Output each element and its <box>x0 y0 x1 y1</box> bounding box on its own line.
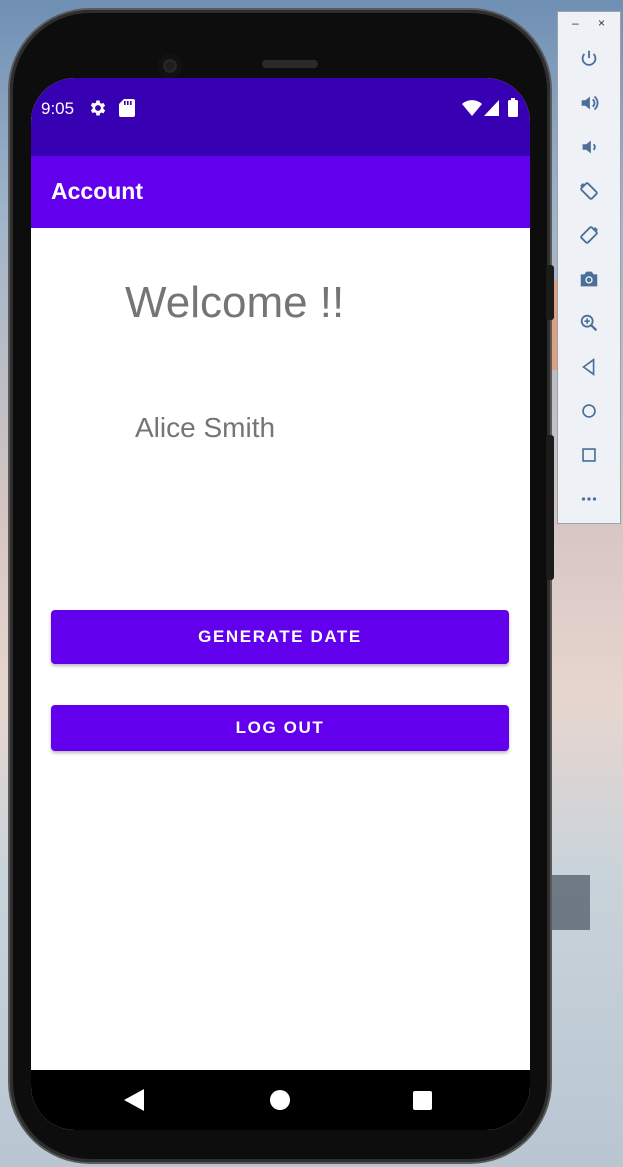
front-camera <box>158 54 182 78</box>
zoom-icon[interactable] <box>578 312 600 334</box>
minimize-button[interactable]: – <box>572 16 579 30</box>
battery-icon <box>508 98 518 117</box>
close-button[interactable]: × <box>598 16 605 30</box>
wifi-icon <box>462 100 482 116</box>
volume-down-icon[interactable] <box>578 136 600 158</box>
nav-home-icon[interactable] <box>270 1090 290 1110</box>
app-bar: Account <box>31 156 530 228</box>
side-button <box>546 435 554 580</box>
background-shape <box>545 875 590 930</box>
user-name-text: Alice Smith <box>135 412 276 443</box>
side-button <box>546 265 554 320</box>
log-out-button[interactable]: LOG OUT <box>51 705 509 751</box>
welcome-heading: Welcome !! <box>125 278 345 327</box>
generate-date-button[interactable]: GENERATE DATE <box>51 610 509 664</box>
sd-card-icon <box>119 99 135 117</box>
volume-up-icon[interactable] <box>578 92 600 114</box>
nav-recents-icon[interactable] <box>413 1091 432 1110</box>
power-icon[interactable] <box>578 48 600 70</box>
cellular-signal-icon <box>484 100 499 116</box>
gear-icon <box>90 100 106 116</box>
status-time: 9:05 <box>41 99 75 118</box>
earpiece-speaker <box>262 60 318 68</box>
emulator-side-panel: – × <box>557 11 621 524</box>
more-icon[interactable] <box>578 488 600 510</box>
rotate-right-icon[interactable] <box>578 224 600 246</box>
panel-window-controls: – × <box>558 16 620 32</box>
back-icon[interactable] <box>578 356 600 378</box>
navigation-bar <box>31 1070 530 1130</box>
status-bar: 9:05 <box>31 78 530 156</box>
rotate-left-icon[interactable] <box>578 180 600 202</box>
home-icon[interactable] <box>578 400 600 422</box>
camera-icon[interactable] <box>578 268 600 290</box>
nav-back-icon[interactable] <box>124 1089 144 1111</box>
overview-icon[interactable] <box>578 444 600 466</box>
app-title: Account <box>51 178 143 204</box>
phone-screen: 9:05 Account Welcome !! Alice Smith GENE… <box>31 78 530 1130</box>
